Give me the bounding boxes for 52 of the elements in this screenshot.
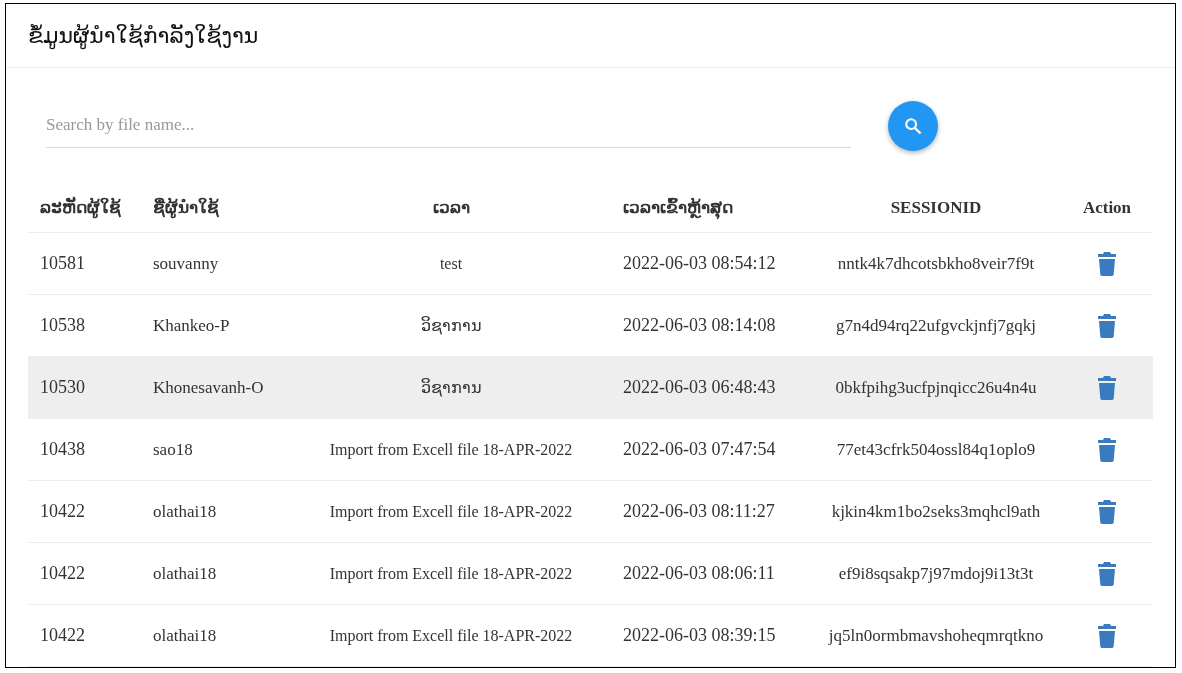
table-cell: olathai18 bbox=[153, 625, 217, 645]
table-cell: ວິຊາການ bbox=[420, 378, 482, 396]
table-cell: 2022-06-03 06:48:43 bbox=[623, 377, 776, 397]
table-cell: g7n4d94rq22ufgvckjnfj7gqkj bbox=[835, 315, 1037, 335]
trash-icon[interactable] bbox=[1098, 623, 1116, 648]
table-cell: 2022-06-03 08:06:11 bbox=[623, 563, 775, 583]
table-cell: test bbox=[439, 254, 463, 272]
table-cell: Import from Excell file 18-APR-2022 bbox=[329, 626, 573, 644]
table-cell: nntk4k7dhcotsbkho8veir7f9t bbox=[837, 253, 1035, 273]
trash-icon[interactable] bbox=[1098, 561, 1116, 586]
column-header: SESSIONID bbox=[890, 197, 982, 217]
table-cell: Import from Excell file 18-APR-2022 bbox=[329, 564, 573, 582]
trash-icon[interactable] bbox=[1098, 375, 1116, 400]
table-cell: souvanny bbox=[153, 253, 219, 273]
table-cell: 10538 bbox=[40, 315, 85, 335]
column-header: ຊື່ຜູ້ນຳໃຊ້ bbox=[153, 197, 219, 217]
table-cell: 10530 bbox=[40, 377, 85, 397]
table-cell: 10422 bbox=[40, 625, 85, 645]
table-row[interactable]: 10530 Khonesavanh-O ວິຊາການ 2022-06-03 06:48:43 0bkfpihg3ucfpjnqicc26u4n4u bbox=[28, 357, 1153, 419]
table-cell: 77et43cfrk504ossl84q1oplo9 bbox=[836, 439, 1036, 459]
trash-icon[interactable] bbox=[1098, 251, 1116, 276]
page-title: ຂໍ້ມູນຜູ້ນຳໃຊ້ກຳລັງໃຊ້ງານ bbox=[28, 22, 259, 52]
table-cell: Khonesavanh-O bbox=[153, 377, 264, 397]
table-cell: 2022-06-03 08:14:08 bbox=[623, 315, 776, 335]
table-cell: Import from Excell file 18-APR-2022 bbox=[329, 502, 573, 520]
table-cell: 10422 bbox=[40, 501, 85, 521]
table-cell: 10438 bbox=[40, 439, 85, 459]
table-cell: 2022-06-03 07:47:54 bbox=[623, 439, 776, 459]
trash-icon[interactable] bbox=[1098, 313, 1116, 338]
table-cell: 10581 bbox=[40, 253, 85, 273]
table-cell: kjkin4km1bo2seks3mqhcl9ath bbox=[831, 501, 1041, 521]
table-cell: ef9i8sqsakp7j97mdoj9i13t3t bbox=[838, 563, 1034, 583]
search-field[interactable]: Search by file name... bbox=[46, 103, 851, 148]
trash-icon[interactable] bbox=[1098, 499, 1116, 524]
search-icon bbox=[904, 116, 922, 135]
column-header: ເວລາ bbox=[432, 197, 470, 217]
table-cell: jq5ln0ormbmavshoheqmrqtkno bbox=[828, 625, 1044, 645]
table-cell: 0bkfpihg3ucfpjnqicc26u4n4u bbox=[835, 377, 1037, 397]
column-header: ລະຫັດຜູ້ໃຊ້ bbox=[40, 197, 121, 217]
table-cell: sao18 bbox=[153, 439, 193, 459]
table-cell: 10422 bbox=[40, 563, 85, 583]
table-cell: 2022-06-03 08:11:27 bbox=[623, 501, 775, 521]
table-cell: ວິຊາການ bbox=[420, 316, 482, 334]
search-button[interactable] bbox=[888, 100, 938, 151]
table-cell: 2022-06-03 08:39:15 bbox=[623, 625, 776, 645]
table-cell: olathai18 bbox=[153, 563, 217, 583]
table-cell: Import from Excell file 18-APR-2022 bbox=[329, 440, 573, 458]
column-header: Action bbox=[1082, 197, 1132, 217]
table-cell: Khankeo-P bbox=[153, 315, 230, 335]
table-cell: 2022-06-03 08:54:12 bbox=[623, 253, 776, 273]
trash-icon[interactable] bbox=[1098, 437, 1116, 462]
table-cell: olathai18 bbox=[153, 501, 217, 521]
